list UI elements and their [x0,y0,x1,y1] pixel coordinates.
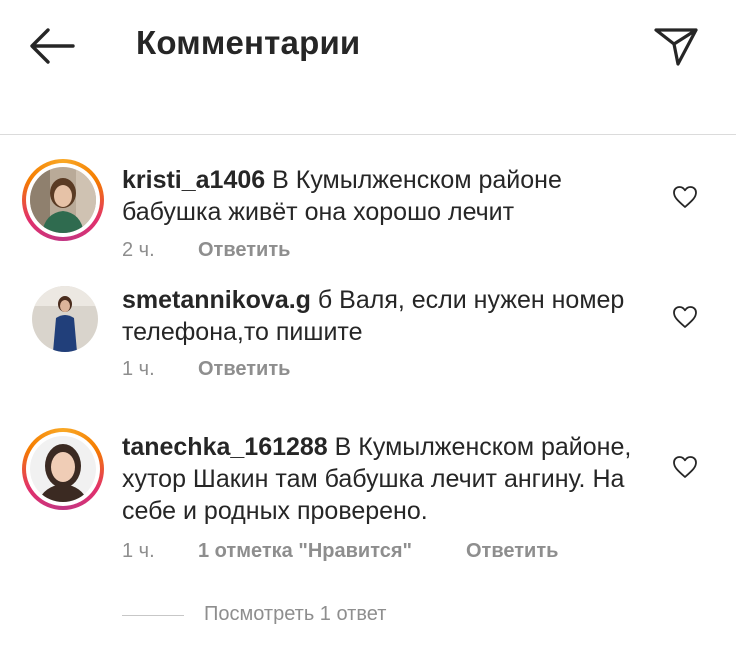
comment-meta: 1 ч. 1 отметка "Нравится" Ответить [122,540,558,563]
like-button[interactable] [672,185,698,209]
comment-text: kristi_a1406 В Кумылженском районе бабуш… [122,164,652,228]
comment-time: 1 ч. [122,358,155,380]
avatar[interactable] [22,428,104,510]
comment-username[interactable]: smetannikova.g [122,286,311,314]
reply-button[interactable]: Ответить [198,358,290,381]
heart-icon [673,186,697,208]
comment-username[interactable]: kristi_a1406 [122,166,265,194]
paper-plane-icon [654,28,698,66]
heart-icon [673,306,697,328]
view-replies-button[interactable]: Посмотреть 1 ответ [122,603,522,627]
comment-time: 2 ч. [122,239,155,261]
like-button[interactable] [672,455,698,479]
page-title: Комментарии [136,24,361,61]
avatar[interactable] [32,286,98,352]
replies-divider [122,615,184,616]
arrow-left-icon [30,28,75,64]
comment-time: 1 ч. [122,540,155,562]
header-bar: Комментарии [0,0,736,135]
like-button[interactable] [672,305,698,329]
view-replies-label: Посмотреть 1 ответ [204,603,387,625]
share-button[interactable] [652,24,700,68]
reply-button[interactable]: Ответить [198,239,290,262]
comment-meta: 2 ч. Ответить [122,239,290,262]
comment-username[interactable]: tanechka_161288 [122,433,328,461]
avatar[interactable] [22,159,104,241]
back-button[interactable] [26,24,78,68]
reply-button[interactable]: Ответить [466,540,558,563]
heart-icon [673,456,697,478]
comment-text: tanechka_161288 В Кумылженском районе, х… [122,431,652,527]
comment-text: smetannikova.g б Валя, если нужен номер … [122,284,652,348]
likes-count[interactable]: 1 отметка "Нравится" [198,540,466,563]
comment-meta: 1 ч. Ответить [122,358,290,381]
